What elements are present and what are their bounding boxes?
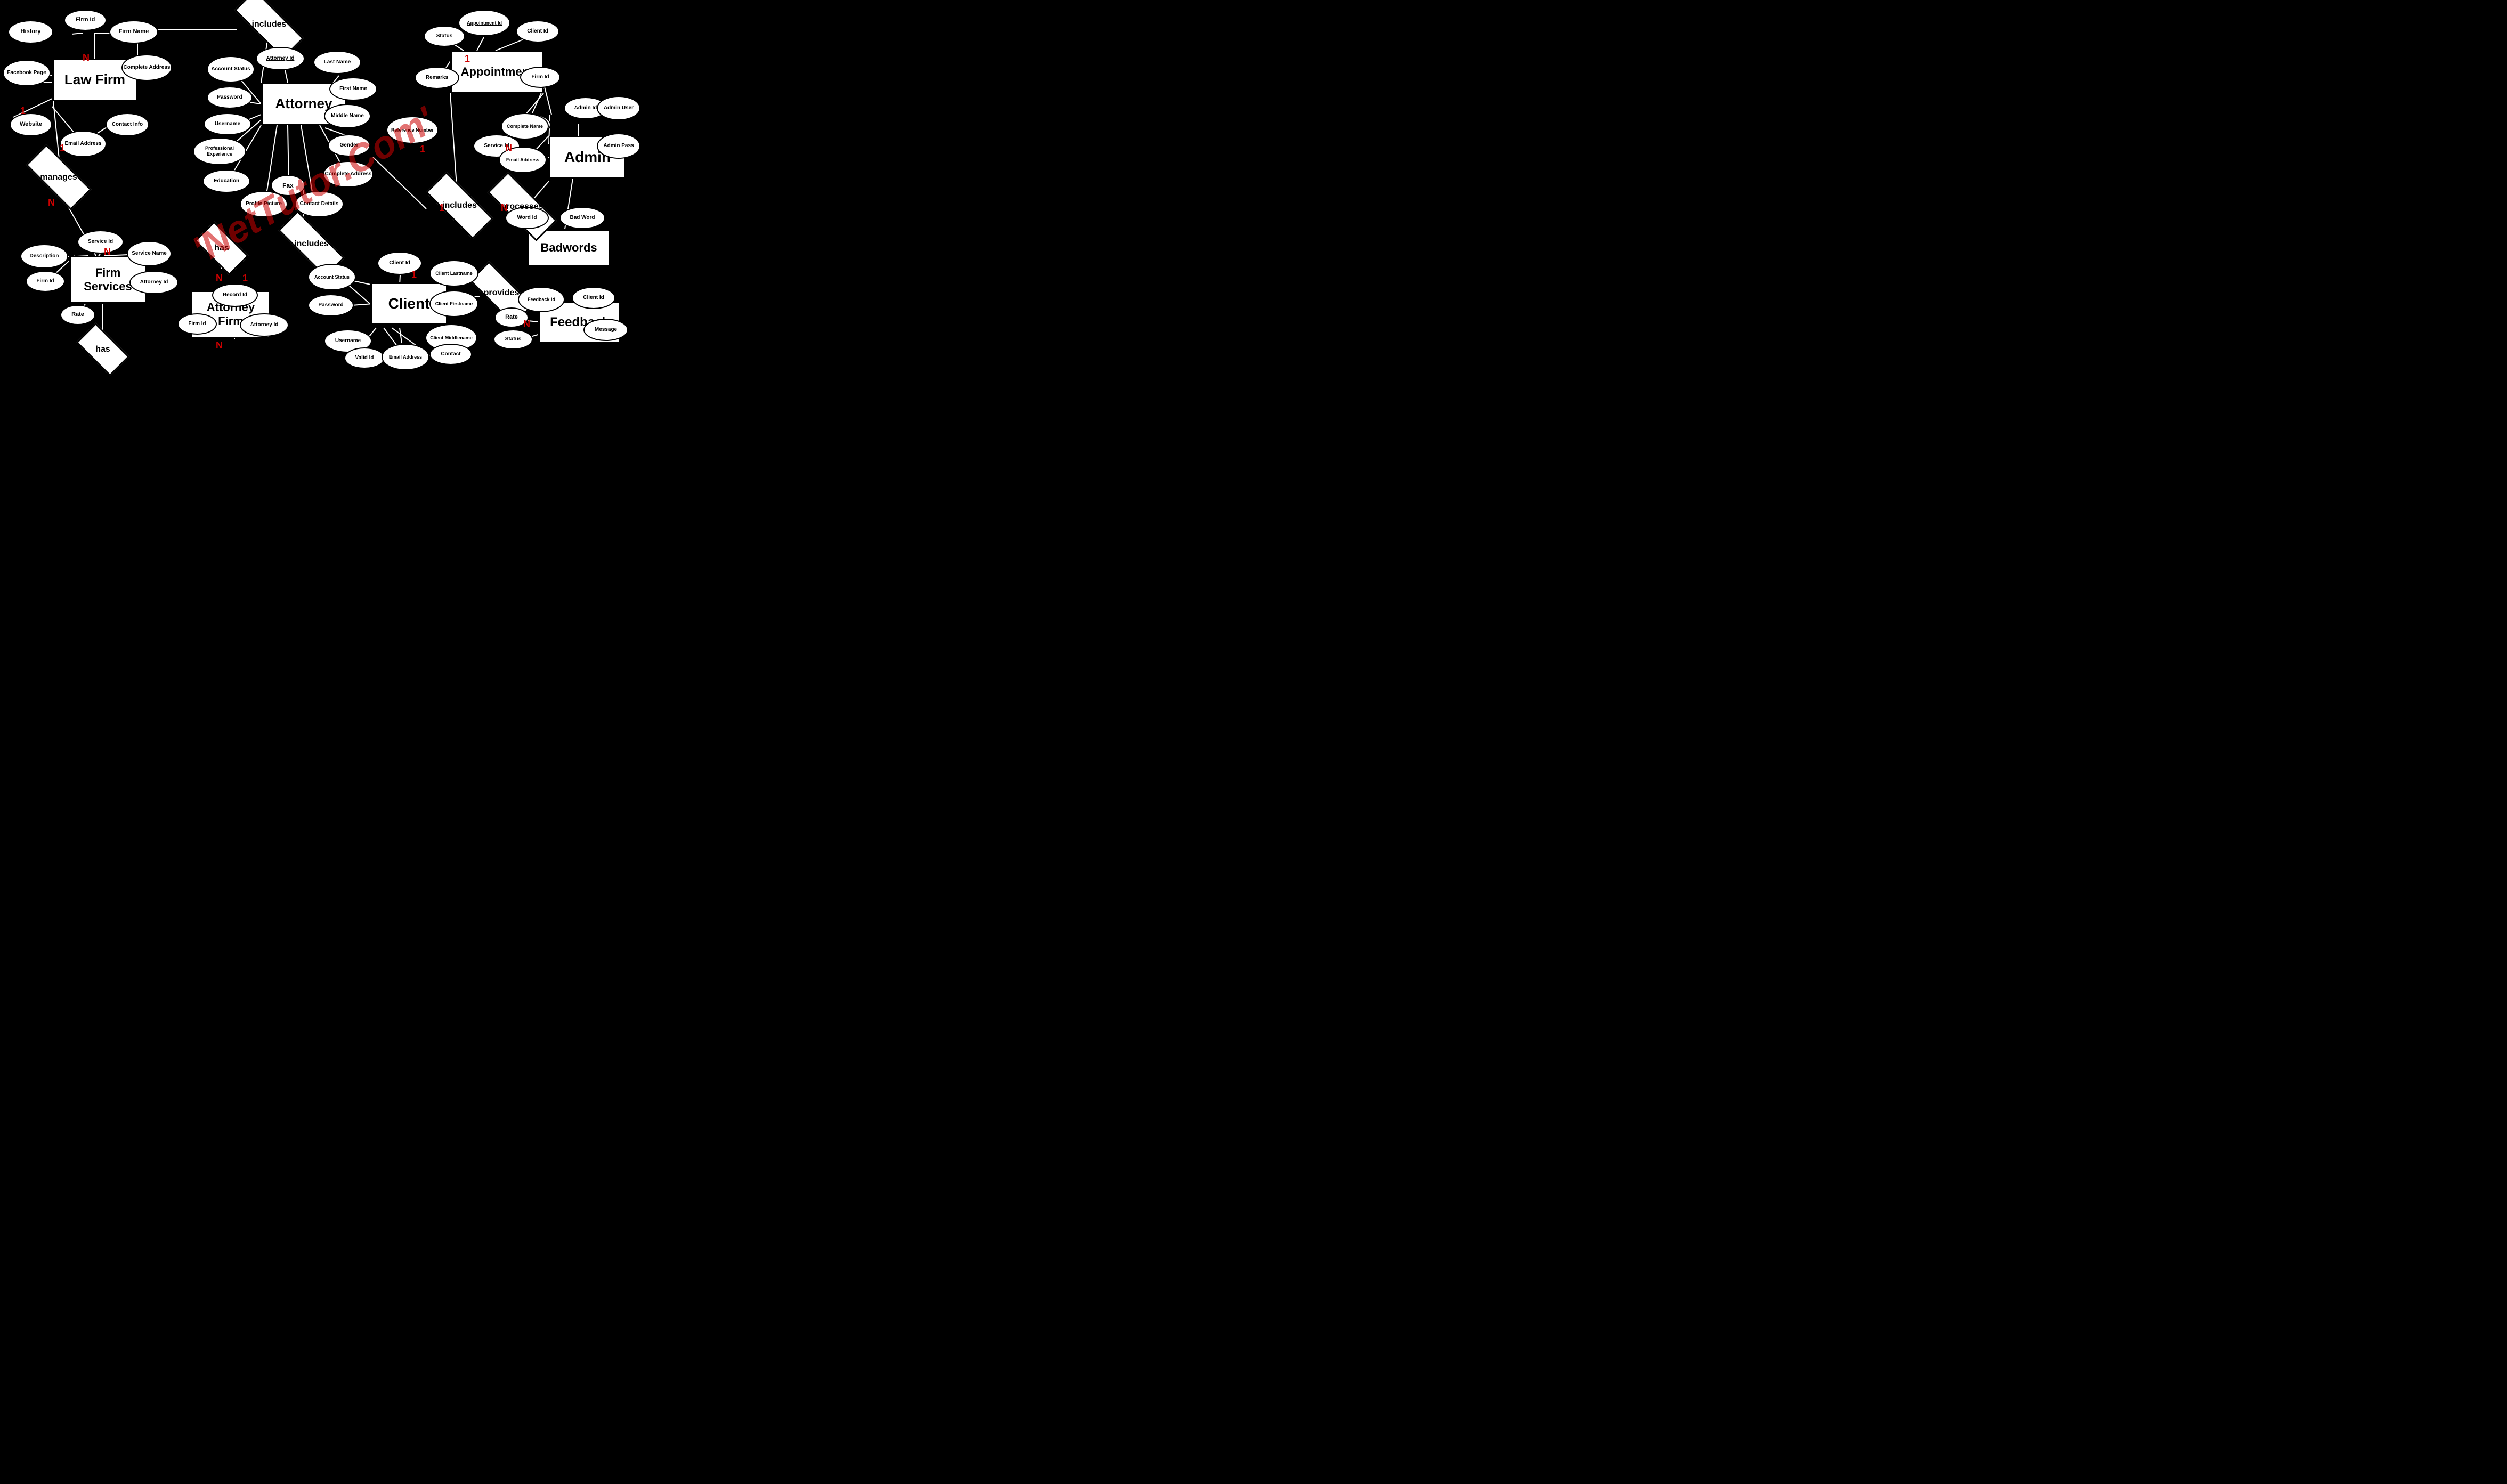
card-fs-n: N bbox=[104, 246, 111, 257]
attr-email-lf: Email Address bbox=[60, 131, 107, 157]
attr-firm-id-fs: Firm Id bbox=[26, 271, 65, 292]
attr-complete-addr-lf: Complete Address bbox=[121, 54, 172, 81]
attr-username-att: Username bbox=[204, 113, 251, 135]
card-incl-1: 1 bbox=[439, 202, 444, 214]
attr-client-lastname: Client Lastname bbox=[429, 260, 478, 287]
card-lf-1: 1 bbox=[20, 106, 26, 117]
attr-gender: Gender bbox=[328, 134, 370, 157]
attr-education: Education bbox=[202, 169, 250, 193]
card-lf-email: 1 bbox=[60, 143, 65, 154]
attr-client-firstname: Client Firstname bbox=[429, 290, 478, 317]
attr-password-att: Password bbox=[207, 86, 253, 109]
attr-message-fb: Message bbox=[583, 319, 628, 341]
attr-appt-id: Appointment Id bbox=[458, 10, 510, 36]
attr-rate-fs: Rate bbox=[60, 305, 95, 325]
card-appt-1b: 1 bbox=[420, 144, 425, 155]
card-has-1: 1 bbox=[242, 273, 248, 284]
attr-contact-info: Contact Info bbox=[106, 113, 149, 136]
attr-client-id-fb: Client Id bbox=[572, 287, 615, 309]
attr-contact-cl: Contact bbox=[429, 344, 472, 365]
attr-feedback-id: Feedback Id bbox=[518, 287, 565, 312]
attr-firm-id-af: Firm Id bbox=[177, 313, 217, 335]
diamond-manages: manages bbox=[27, 163, 91, 192]
attr-service-id-fs: Service Id bbox=[77, 230, 124, 254]
attr-ref-number: Reference Number bbox=[386, 116, 439, 144]
attr-account-status-cl: Account Status bbox=[308, 264, 356, 290]
attr-firm-id-lf: Firm Id bbox=[64, 10, 107, 31]
attr-middle-name: Middle Name bbox=[324, 104, 371, 128]
diamond-has-bot: has bbox=[79, 336, 127, 363]
attr-status-fb: Status bbox=[493, 329, 533, 350]
attr-remarks: Remarks bbox=[415, 67, 459, 89]
attr-contact-details: Contact Details bbox=[295, 191, 344, 217]
card-fb-n: N bbox=[523, 319, 530, 330]
attr-attorney-id: Attorney Id bbox=[256, 47, 305, 70]
attr-admin-pass: Admin Pass bbox=[597, 133, 640, 159]
card-appt-n1: N bbox=[505, 143, 512, 154]
diamond-includes-top: includes bbox=[234, 10, 304, 39]
attr-facebook: Facebook Page bbox=[3, 60, 51, 86]
card-af-n: N bbox=[216, 273, 223, 284]
diamond-includes-bot: includes bbox=[278, 230, 345, 258]
attr-account-status-att: Account Status bbox=[207, 56, 255, 83]
card-manages-n: N bbox=[48, 197, 55, 208]
diamond-has-top: has bbox=[197, 234, 246, 262]
attr-description-fs: Description bbox=[20, 244, 68, 269]
attr-firm-name: Firm Name bbox=[109, 20, 158, 44]
card-proc-n: N bbox=[501, 202, 508, 214]
attr-complete-addr-att: Complete Address bbox=[323, 161, 374, 188]
attr-profile-pic: Profile Picture bbox=[240, 191, 288, 217]
card-appt-1: 1 bbox=[465, 53, 470, 64]
attr-client-id-appt: Client Id bbox=[516, 20, 559, 43]
attr-password-cl: Password bbox=[308, 294, 354, 317]
attr-last-name: Last Name bbox=[313, 51, 361, 74]
attr-attorney-id-af: Attorney Id bbox=[240, 313, 289, 337]
er-diagram: 'NetTutor.Com' Law Firm Attorney Appoint… bbox=[0, 0, 627, 371]
attr-bad-word: Bad Word bbox=[559, 207, 605, 229]
attr-valid-id: Valid Id bbox=[344, 347, 385, 369]
attr-history: History bbox=[8, 20, 53, 44]
attr-service-name: Service Name bbox=[127, 241, 172, 266]
attr-firm-id-appt: Firm Id bbox=[520, 67, 561, 88]
attr-attorney-id-fs: Attorney Id bbox=[129, 271, 179, 294]
attr-admin-user: Admin User bbox=[597, 96, 640, 120]
diamond-includes-mid: includes bbox=[426, 191, 493, 220]
attr-email-cl: Email Address bbox=[382, 344, 429, 370]
card-cl-1: 1 bbox=[411, 269, 417, 280]
attr-first-name: First Name bbox=[329, 77, 377, 101]
attr-status-appt: Status bbox=[424, 26, 465, 47]
card-lf-n: N bbox=[83, 52, 90, 63]
attr-record-id: Record Id bbox=[212, 283, 258, 307]
attr-prof-exp: Professional Experience bbox=[193, 137, 246, 165]
attr-complete-name-adm: Complete Name bbox=[501, 113, 549, 140]
card-af-bot-n: N bbox=[216, 340, 223, 351]
attr-website: Website bbox=[10, 113, 52, 136]
